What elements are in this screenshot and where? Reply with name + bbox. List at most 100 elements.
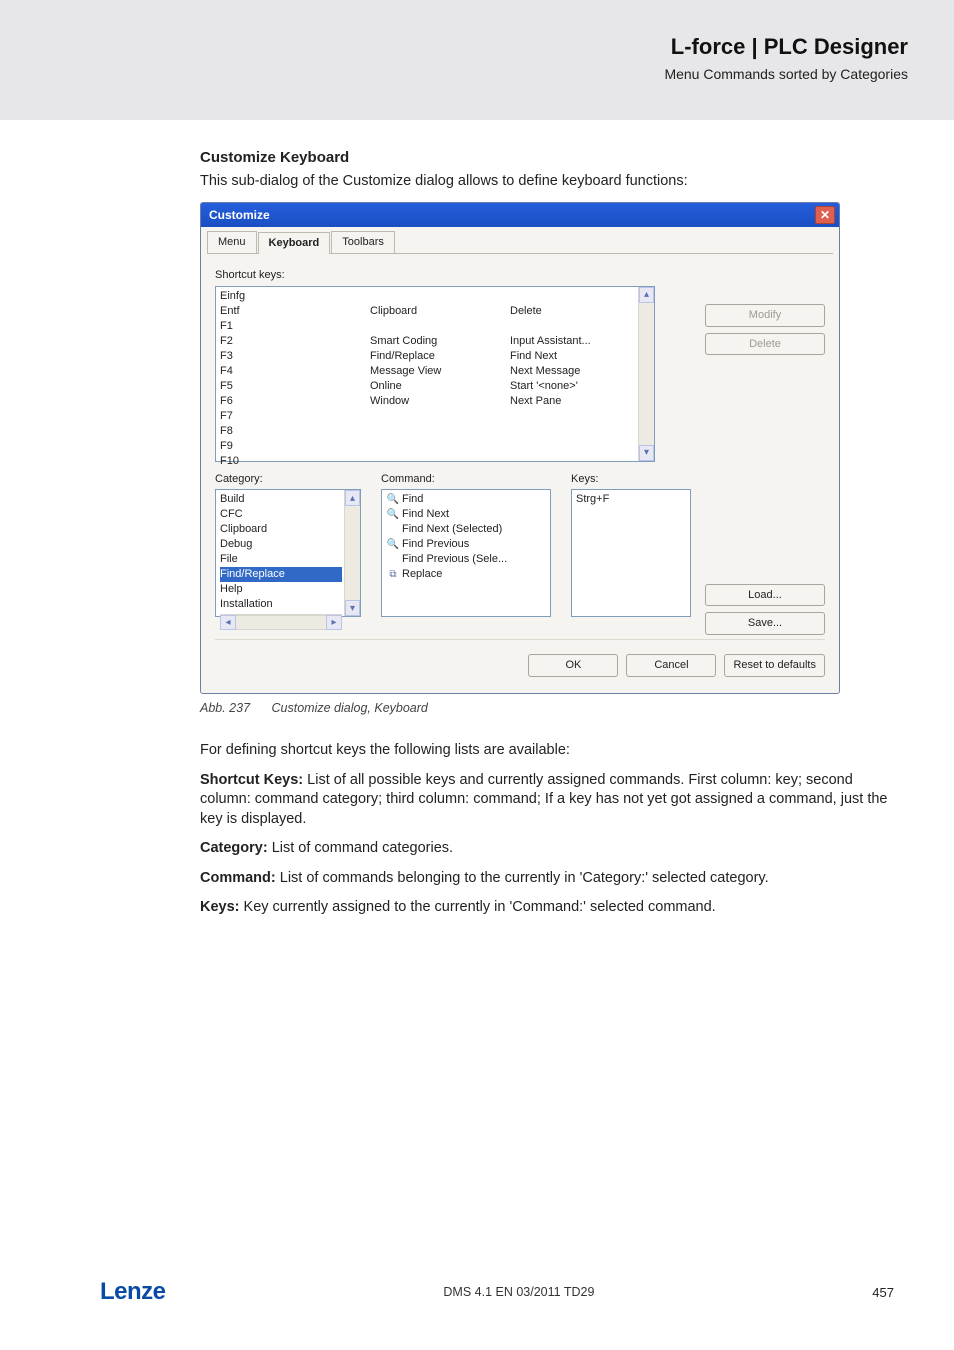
shortcut-row[interactable]: F4Message ViewNext Message [220, 364, 636, 379]
section-intro: This sub-dialog of the Customize dialog … [200, 172, 888, 192]
keys-item[interactable]: Strg+F [576, 492, 686, 507]
shortcut-keys-label: Shortcut keys: [215, 268, 825, 283]
body-p2-text: List of command categories. [268, 840, 453, 856]
shortcut-key: F10 [220, 454, 370, 469]
body-p2-lead: Category: [200, 840, 268, 856]
shortcut-row[interactable]: F3Find/ReplaceFind Next [220, 349, 636, 364]
scrollbar-horizontal[interactable]: ◂▸ [220, 614, 342, 630]
delete-button[interactable]: Delete [705, 333, 825, 356]
category-item[interactable]: Help [220, 582, 342, 597]
command-item[interactable]: 🔍Find [386, 492, 546, 507]
shortcut-category: Online [370, 379, 510, 394]
tab-toolbars[interactable]: Toolbars [331, 231, 395, 253]
shortcut-category [370, 289, 510, 304]
scroll-up-icon[interactable]: ▴ [639, 287, 654, 303]
footer-center: DMS 4.1 EN 03/2011 TD29 [443, 1285, 594, 1299]
category-item[interactable]: Find/Replace [220, 567, 342, 582]
close-icon[interactable]: ✕ [815, 206, 835, 224]
command-item[interactable]: 🔍Find Previous [386, 537, 546, 552]
scroll-right-icon[interactable]: ▸ [326, 615, 342, 630]
body-lead: For defining shortcut keys the following… [200, 741, 888, 761]
command-item[interactable]: 🔍Find Next [386, 507, 546, 522]
shortcut-category [370, 424, 510, 439]
shortcut-key: F2 [220, 334, 370, 349]
shortcut-row[interactable]: F7 [220, 409, 636, 424]
category-list[interactable]: BuildCFCClipboardDebugFileFind/ReplaceHe… [215, 489, 361, 617]
ok-button[interactable]: OK [528, 654, 618, 677]
dialog-titlebar: Customize ✕ [201, 203, 839, 227]
shortcut-row[interactable]: Einfg [220, 289, 636, 304]
save-button[interactable]: Save... [705, 612, 825, 635]
caption-text: Customize dialog, Keyboard [272, 701, 428, 715]
page-title: L-force | PLC Designer [0, 34, 908, 60]
body-p3-lead: Command: [200, 870, 276, 886]
category-item[interactable]: Build [220, 492, 342, 507]
scrollbar-vertical[interactable]: ▴ ▾ [638, 287, 654, 461]
command-item[interactable]: ⧉Replace [386, 567, 546, 582]
page-number: 457 [872, 1285, 894, 1300]
section-heading: Customize Keyboard [200, 148, 888, 168]
command-icon: ⧉ [386, 567, 400, 582]
shortcut-command [510, 454, 636, 469]
shortcut-command [510, 319, 636, 334]
shortcut-category [370, 454, 510, 469]
body-p1-lead: Shortcut Keys: [200, 772, 303, 788]
shortcut-command [510, 409, 636, 424]
shortcut-category: Smart Coding [370, 334, 510, 349]
shortcut-row[interactable]: F8 [220, 424, 636, 439]
scroll-track[interactable] [236, 615, 326, 630]
body-p3-text: List of commands belonging to the curren… [276, 870, 769, 886]
shortcut-key: F6 [220, 394, 370, 409]
shortcut-key: Einfg [220, 289, 370, 304]
shortcut-row[interactable]: F2Smart CodingInput Assistant... [220, 334, 636, 349]
body-p4-text: Key currently assigned to the currently … [240, 899, 716, 915]
command-list[interactable]: 🔍Find🔍Find NextFind Next (Selected)🔍Find… [381, 489, 551, 617]
shortcut-key: F3 [220, 349, 370, 364]
category-item[interactable]: CFC [220, 507, 342, 522]
dialog-title: Customize [209, 207, 270, 223]
shortcut-command: Input Assistant... [510, 334, 636, 349]
shortcut-keys-list[interactable]: EinfgEntfClipboardDeleteF1F2Smart Coding… [215, 286, 655, 462]
category-item[interactable]: Clipboard [220, 522, 342, 537]
tab-keyboard[interactable]: Keyboard [258, 232, 331, 254]
scroll-left-icon[interactable]: ◂ [220, 615, 236, 630]
shortcut-command: Find Next [510, 349, 636, 364]
scroll-down-icon[interactable]: ▾ [345, 600, 360, 616]
tab-menu[interactable]: Menu [207, 231, 257, 253]
category-item[interactable]: Debug [220, 537, 342, 552]
body-p2: Category: List of command categories. [200, 839, 888, 859]
page-subtitle: Menu Commands sorted by Categories [0, 66, 908, 82]
dialog-bottom-buttons: OK Cancel Reset to defaults [215, 639, 825, 677]
shortcut-row[interactable]: EntfClipboardDelete [220, 304, 636, 319]
cancel-button[interactable]: Cancel [626, 654, 716, 677]
shortcut-row[interactable]: F6WindowNext Pane [220, 394, 636, 409]
shortcut-row[interactable]: F5OnlineStart '<none>' [220, 379, 636, 394]
shortcut-row[interactable]: F10 [220, 454, 636, 469]
shortcut-category: Clipboard [370, 304, 510, 319]
shortcut-category: Find/Replace [370, 349, 510, 364]
command-item[interactable]: Find Previous (Sele... [386, 552, 546, 567]
load-button[interactable]: Load... [705, 584, 825, 607]
shortcut-command [510, 289, 636, 304]
shortcut-command [510, 424, 636, 439]
shortcut-key: F5 [220, 379, 370, 394]
shortcut-command [510, 439, 636, 454]
shortcut-row[interactable]: F1 [220, 319, 636, 334]
category-item[interactable]: File [220, 552, 342, 567]
reset-defaults-button[interactable]: Reset to defaults [724, 654, 825, 677]
shortcut-key: F4 [220, 364, 370, 379]
scrollbar-vertical[interactable]: ▴ ▾ [344, 490, 360, 616]
keys-list[interactable]: Strg+F [571, 489, 691, 617]
category-item[interactable]: Installation [220, 597, 342, 612]
scroll-up-icon[interactable]: ▴ [345, 490, 360, 506]
modify-button[interactable]: Modify [705, 304, 825, 327]
command-icon: 🔍 [386, 492, 400, 507]
scroll-down-icon[interactable]: ▾ [639, 445, 654, 461]
shortcut-row[interactable]: F9 [220, 439, 636, 454]
shortcut-category: Window [370, 394, 510, 409]
shortcut-category [370, 409, 510, 424]
body-p1: Shortcut Keys: List of all possible keys… [200, 771, 888, 830]
shortcut-key: Entf [220, 304, 370, 319]
shortcut-key: F9 [220, 439, 370, 454]
command-item[interactable]: Find Next (Selected) [386, 522, 546, 537]
